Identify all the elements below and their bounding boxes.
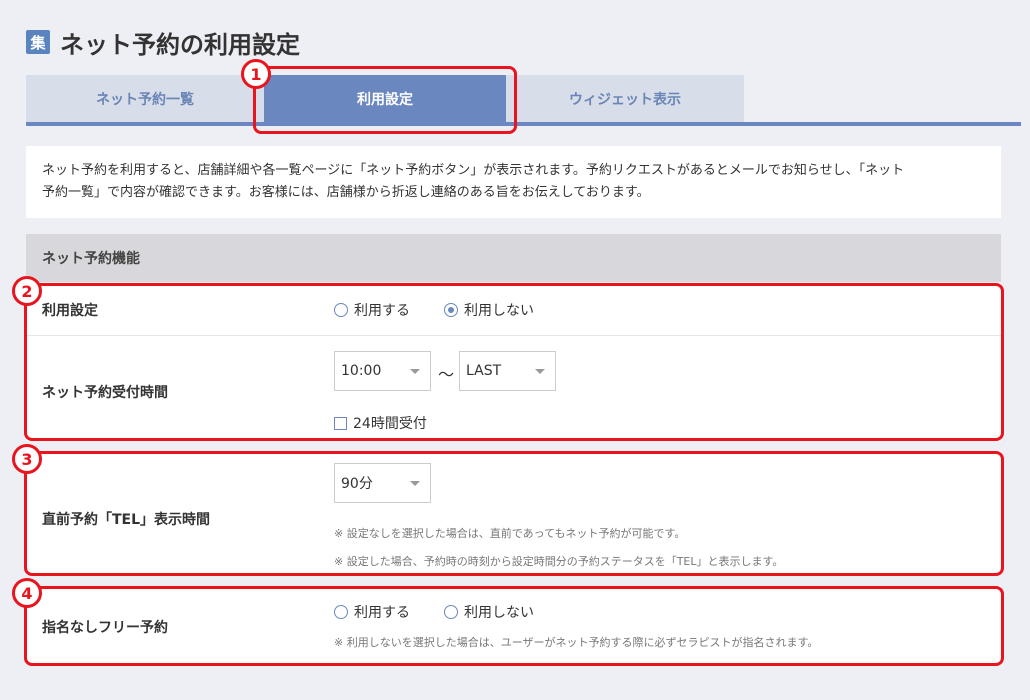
description-box: ネット予約を利用すると、店舗詳細や各一覧ページに「ネット予約ボタン」が表示されま… bbox=[26, 146, 1001, 218]
annotation-box-2 bbox=[24, 283, 1004, 441]
annotation-badge-2: 2 bbox=[12, 276, 42, 306]
annotation-box-1 bbox=[253, 66, 517, 134]
annotation-box-3 bbox=[24, 451, 1004, 576]
shop-icon: 集 bbox=[26, 30, 50, 54]
description-line-1: ネット予約を利用すると、店舗詳細や各一覧ページに「ネット予約ボタン」が表示されま… bbox=[42, 163, 905, 178]
tab-reservation-list[interactable]: ネット予約一覧 bbox=[26, 75, 264, 123]
annotation-box-4 bbox=[24, 586, 1004, 666]
tab-underline bbox=[26, 122, 1021, 126]
section-heading: ネット予約機能 bbox=[26, 234, 1001, 282]
annotation-badge-1: 1 bbox=[241, 59, 271, 89]
annotation-badge-4: 4 bbox=[12, 578, 42, 608]
page-header: 集 ネット予約の利用設定 bbox=[26, 26, 300, 59]
annotation-badge-3: 3 bbox=[12, 444, 42, 474]
description-line-2: 予約一覧」で内容が確認できます。お客様には、店舗様から折返し連絡のある旨をお伝え… bbox=[42, 185, 650, 200]
page-title: ネット予約の利用設定 bbox=[60, 30, 300, 59]
tab-widget-display[interactable]: ウィジェット表示 bbox=[506, 75, 744, 123]
